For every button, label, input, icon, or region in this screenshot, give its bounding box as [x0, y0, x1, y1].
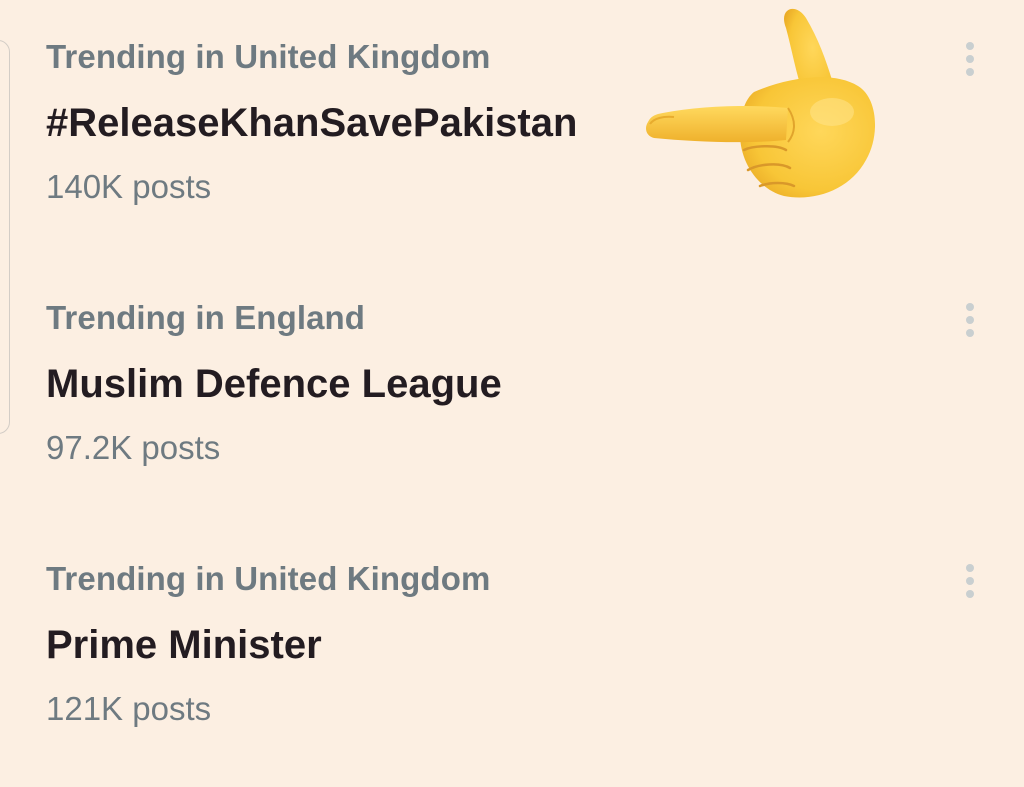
trend-title: #ReleaseKhanSavePakistan	[46, 101, 578, 145]
trend-title: Muslim Defence League	[46, 362, 502, 406]
backhand-index-pointing-left-icon	[646, 8, 876, 198]
trend-context: Trending in United Kingdom	[46, 38, 491, 75]
trend-post-count: 140K posts	[46, 168, 212, 205]
trend-post-count: 121K posts	[46, 690, 212, 727]
more-options-icon[interactable]	[950, 558, 990, 604]
trend-item[interactable]: Trending in England Muslim Defence Leagu…	[0, 261, 1024, 522]
trend-title: Prime Minister	[46, 623, 322, 667]
more-options-icon[interactable]	[950, 297, 990, 343]
trend-item[interactable]: Trending in United Kingdom Prime Ministe…	[0, 522, 1024, 783]
more-options-icon[interactable]	[950, 36, 990, 82]
trend-post-count: 97.2K posts	[46, 429, 221, 466]
trend-context: Trending in United Kingdom	[46, 560, 491, 597]
trend-context: Trending in England	[46, 299, 366, 336]
